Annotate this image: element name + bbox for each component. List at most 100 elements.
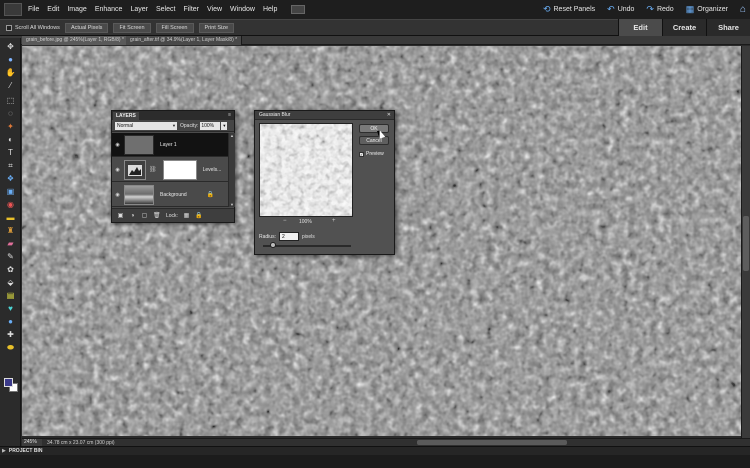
quick-selection-tool-icon[interactable]: ◐ bbox=[5, 135, 16, 145]
pencil-tool-icon[interactable]: ⬬ bbox=[5, 343, 16, 353]
home-icon[interactable]: ⌂ bbox=[740, 4, 746, 15]
blur-tool-icon[interactable]: ● bbox=[5, 317, 16, 327]
menu-file[interactable]: File bbox=[28, 6, 39, 13]
expand-arrow-icon[interactable]: ▶ bbox=[2, 448, 6, 454]
link-chain-icon: ⛓ bbox=[149, 167, 157, 173]
clone-stamp-tool-icon[interactable]: ♜ bbox=[5, 226, 16, 236]
bottom-bar bbox=[0, 455, 750, 468]
menu-edit[interactable]: Edit bbox=[47, 6, 59, 13]
radius-input[interactable]: 2 bbox=[278, 232, 299, 241]
radius-slider[interactable] bbox=[263, 242, 351, 248]
redo-button[interactable]: ↷ Redo bbox=[646, 4, 673, 15]
scroll-up-icon[interactable]: ▲ bbox=[229, 133, 235, 138]
doc-tab-grain-after[interactable]: grain_after.tif @ 34.9%(Layer 1, Layer M… bbox=[126, 36, 243, 45]
preview-texture bbox=[260, 124, 352, 216]
gaussian-blur-dialog: Gaussian Blur ✕ − 100% + OK Cancel ✓ Pre… bbox=[254, 110, 395, 255]
cookie-cutter-tool-icon[interactable]: ❖ bbox=[5, 174, 16, 184]
dialog-titlebar[interactable]: Gaussian Blur ✕ bbox=[255, 111, 394, 120]
organizer-icon: ▦ bbox=[685, 4, 695, 14]
visibility-eye-icon[interactable]: ◉ bbox=[114, 192, 121, 198]
paint-bucket-tool-icon[interactable]: ⬙ bbox=[5, 278, 16, 288]
fit-screen-button[interactable]: Fit Screen bbox=[113, 22, 151, 33]
tab-create[interactable]: Create bbox=[662, 19, 706, 36]
tab-edit[interactable]: Edit bbox=[618, 19, 662, 36]
opacity-dropdown-icon[interactable]: ▼ bbox=[221, 121, 228, 130]
hand-tool-icon[interactable]: ✋ bbox=[5, 68, 16, 78]
crop-tool-icon[interactable]: ⌗ bbox=[5, 161, 16, 171]
close-icon[interactable]: ✕ bbox=[387, 112, 391, 118]
project-bin-bar[interactable]: ▶ PROJECT BIN bbox=[0, 446, 750, 455]
undo-icon: ↶ bbox=[607, 4, 615, 14]
blend-mode-select[interactable]: Normal ▼ bbox=[115, 121, 177, 130]
straighten-tool-icon[interactable]: ▣ bbox=[5, 187, 16, 197]
zoom-level[interactable]: 245% bbox=[22, 439, 42, 446]
type-tool-icon[interactable]: T bbox=[5, 148, 16, 158]
menu-layer[interactable]: Layer bbox=[130, 6, 148, 13]
menu-bar: File Edit Image Enhance Layer Select Fil… bbox=[0, 0, 750, 19]
vertical-scroll-thumb[interactable] bbox=[743, 216, 749, 271]
lock-all-icon[interactable]: 🔒 bbox=[195, 212, 202, 219]
foreground-color-swatch[interactable] bbox=[4, 378, 13, 387]
brush-tool-icon[interactable]: ✎ bbox=[5, 252, 16, 262]
radius-row: Radius: 2 pixels bbox=[259, 232, 315, 241]
layer-row-layer-1[interactable]: ◉ Layer 1 bbox=[112, 133, 228, 157]
adjustment-layer-icon[interactable]: ◑ bbox=[129, 213, 136, 219]
lock-transparency-icon[interactable]: ▦ bbox=[183, 212, 190, 219]
menu-select[interactable]: Select bbox=[156, 6, 175, 13]
layers-scrollbar[interactable]: ▲ ▼ bbox=[228, 133, 235, 207]
menu-image[interactable]: Image bbox=[67, 6, 86, 13]
layer-row-background[interactable]: ◉ Background 🔒 bbox=[112, 183, 228, 207]
cancel-button[interactable]: Cancel bbox=[359, 136, 389, 145]
doc-tab-grain-before[interactable]: grain_before.jpg @ 245%(Layer 1, RGB/8) … bbox=[22, 36, 129, 45]
menu-help[interactable]: Help bbox=[263, 6, 277, 13]
lasso-tool-icon[interactable]: ◌ bbox=[5, 109, 16, 119]
menu-window[interactable]: Window bbox=[230, 6, 255, 13]
slider-thumb[interactable] bbox=[270, 242, 276, 248]
panel-menu-icon[interactable]: ≡ bbox=[228, 112, 231, 118]
layers-panel-title: LAYERS bbox=[113, 111, 139, 120]
layer-name: Layer 1 bbox=[160, 141, 177, 148]
zoom-out-icon[interactable]: − bbox=[283, 218, 287, 224]
eraser-tool-icon[interactable]: ▰ bbox=[5, 239, 16, 249]
preview-zoom: 100% bbox=[299, 219, 312, 225]
move-tool-icon[interactable]: ✥ bbox=[5, 42, 16, 52]
eyedropper-tool-icon[interactable]: ⁄ bbox=[5, 81, 16, 91]
menu-view[interactable]: View bbox=[207, 6, 222, 13]
actual-pixels-button[interactable]: Actual Pixels bbox=[64, 22, 109, 33]
ok-button[interactable]: OK bbox=[359, 124, 389, 133]
new-layer-icon[interactable]: ▣ bbox=[117, 212, 124, 219]
magic-wand-tool-icon[interactable]: ✦ bbox=[5, 122, 16, 132]
add-mask-icon[interactable]: ▢ bbox=[141, 212, 148, 219]
organizer-button[interactable]: ▦ Organizer bbox=[686, 4, 728, 15]
reset-panels-button[interactable]: ⟲ Reset Panels bbox=[543, 4, 595, 15]
menu-enhance[interactable]: Enhance bbox=[95, 6, 123, 13]
undo-button[interactable]: ↶ Undo bbox=[607, 4, 634, 15]
menu-filter[interactable]: Filter bbox=[183, 6, 199, 13]
preview-checkbox[interactable]: ✓ Preview bbox=[359, 151, 384, 157]
gradient-tool-icon[interactable]: ▤ bbox=[5, 291, 16, 301]
scroll-down-icon[interactable]: ▼ bbox=[229, 202, 235, 207]
print-size-button[interactable]: Print Size bbox=[198, 22, 235, 33]
smart-brush-tool-icon[interactable]: ✿ bbox=[5, 265, 16, 275]
tab-share[interactable]: Share bbox=[706, 19, 750, 36]
visibility-eye-icon[interactable]: ◉ bbox=[114, 167, 121, 173]
trash-icon[interactable]: 🗑 bbox=[153, 212, 161, 219]
workspace-arrange-button[interactable] bbox=[291, 5, 306, 14]
horizontal-scroll-thumb[interactable] bbox=[417, 440, 567, 445]
layer-row-levels[interactable]: ◉ ⛓ Levels... bbox=[112, 158, 228, 182]
marquee-tool-icon[interactable]: ⬚ bbox=[5, 96, 16, 106]
scroll-all-windows-checkbox[interactable]: Scroll All Windows bbox=[6, 24, 60, 31]
document-info[interactable]: 34.78 cm x 23.07 cm (300 ppi) bbox=[47, 440, 115, 446]
opacity-field[interactable]: 100% bbox=[200, 121, 221, 130]
zoom-tool-icon[interactable]: ● bbox=[5, 55, 16, 65]
layers-panel-titlebar[interactable]: LAYERS ≡ bbox=[112, 111, 234, 120]
shape-tool-icon[interactable]: ♥ bbox=[5, 304, 16, 314]
sponge-tool-icon[interactable]: ✚ bbox=[5, 330, 16, 340]
spot-healing-tool-icon[interactable]: ▬ bbox=[5, 213, 16, 223]
red-eye-tool-icon[interactable]: ◉ bbox=[5, 200, 16, 210]
zoom-in-icon[interactable]: + bbox=[332, 218, 336, 224]
fill-screen-button[interactable]: Fill Screen bbox=[155, 22, 194, 33]
visibility-eye-icon[interactable]: ◉ bbox=[114, 142, 121, 148]
vertical-scrollbar[interactable] bbox=[741, 46, 750, 438]
blur-preview-image[interactable] bbox=[259, 123, 353, 217]
